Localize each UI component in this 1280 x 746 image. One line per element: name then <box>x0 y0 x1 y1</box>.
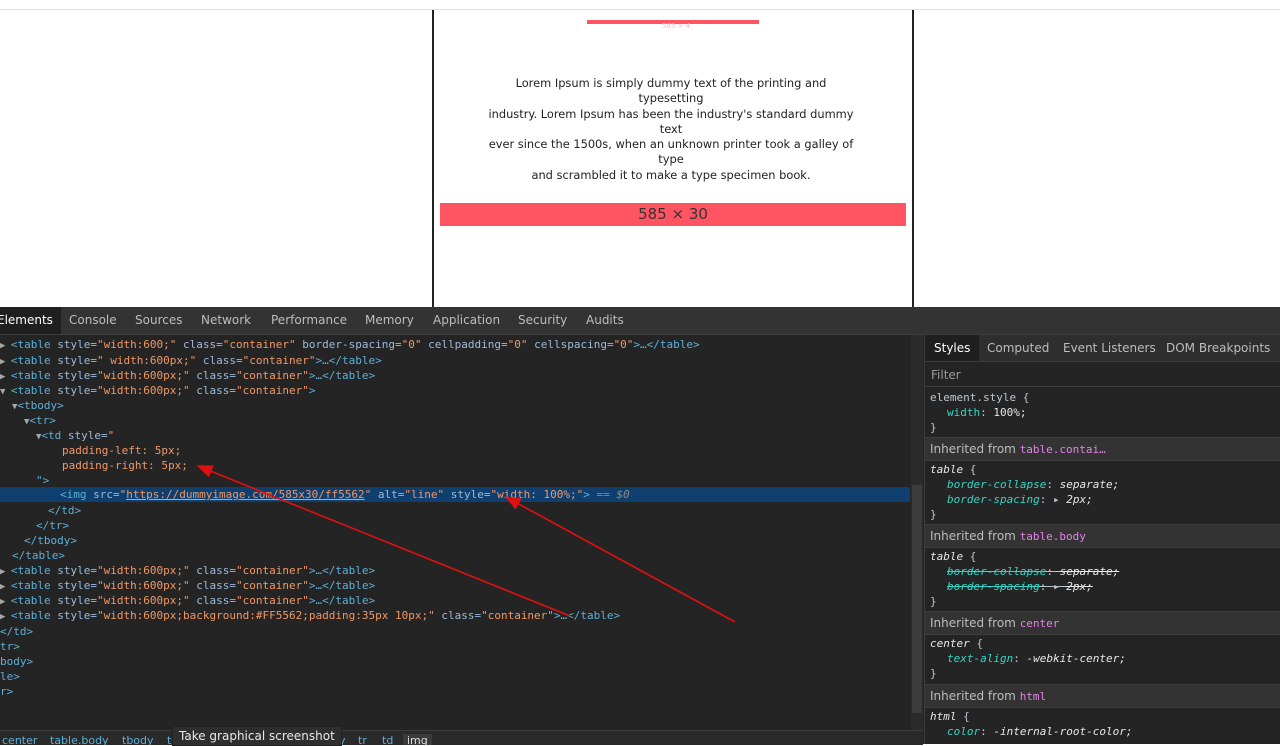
dom-style-padding-left: padding-left: 5px; <box>62 444 182 457</box>
tab-performance[interactable]: Performance <box>271 307 347 334</box>
collapse-triangle-icon[interactable]: ▼ <box>0 387 11 397</box>
dom-node-tbody[interactable]: ▼<tbody> <box>0 398 910 413</box>
rule-selector: html { <box>930 710 970 723</box>
subtab-styles[interactable]: Styles <box>925 335 980 361</box>
dom-outer-body-close[interactable]: body> <box>0 654 910 669</box>
dom-outer-table-close[interactable]: le> <box>0 669 910 684</box>
dom-node-tr[interactable]: ▼<tr> <box>0 413 910 428</box>
styles-filter-input[interactable] <box>929 365 1273 385</box>
rule-border-spacing-overridden[interactable]: border-spacing: ▸ 2px; <box>925 579 1280 594</box>
expand-triangle-icon[interactable]: ▶ <box>0 612 11 622</box>
expand-triangle-icon[interactable]: ▶ <box>0 357 11 367</box>
email-container: 585 × 4 Lorem Ipsum is simply dummy text… <box>432 10 914 307</box>
dom-node-td[interactable]: ▼<td style=" <box>0 428 910 443</box>
dom-tr-close[interactable]: </tr> <box>0 518 910 533</box>
tab-memory[interactable]: Memory <box>365 307 414 334</box>
breadcrumb-img[interactable]: img <box>403 734 432 745</box>
lorem-line: ever since the 1500s, when an unknown pr… <box>488 137 854 167</box>
expand-triangle-icon[interactable]: ▶ <box>0 582 11 592</box>
inherited-source-link[interactable]: table.body <box>1020 530 1086 543</box>
rule-close: } <box>930 508 937 521</box>
dom-tbody-close[interactable]: </tbody> <box>0 533 910 548</box>
expand-triangle-icon[interactable]: ▶ <box>0 341 11 351</box>
tab-application[interactable]: Application <box>433 307 500 334</box>
scrollbar-thumb[interactable] <box>912 485 922 713</box>
tab-network[interactable]: Network <box>201 307 251 334</box>
tab-console[interactable]: Console <box>69 307 117 334</box>
dom-td-close[interactable]: </td> <box>0 503 910 518</box>
rule-close: } <box>930 595 937 608</box>
dom-node-table[interactable]: ▶ <table style="width:600px;" class="con… <box>0 593 910 608</box>
rule-selector: center { <box>930 637 983 650</box>
breadcrumb-table-body[interactable]: table.body <box>50 734 109 745</box>
dom-td-close-quote: "> <box>36 474 50 487</box>
dom-node-img-selected[interactable]: <img src="https://dummyimage.com/585x30/… <box>0 487 910 502</box>
element-style-close: } <box>930 421 937 434</box>
dom-outer-td-close[interactable]: </td> <box>0 624 910 639</box>
breadcrumb-tbody[interactable]: tbody <box>122 734 154 745</box>
breadcrumb: center table.body tbody tc tbody tr td i… <box>0 730 923 745</box>
dom-outer-close[interactable]: r> <box>0 684 910 699</box>
styles-filter <box>925 362 1280 387</box>
breadcrumb-td[interactable]: td <box>382 734 393 745</box>
rule-text-align[interactable]: text-align: -webkit-center; <box>925 651 1280 666</box>
subtab-event-listeners[interactable]: Event Listeners <box>1063 335 1156 361</box>
breadcrumb-tr[interactable]: tr <box>358 734 367 745</box>
expand-triangle-icon[interactable]: ▶ <box>0 567 11 577</box>
devtools-panel: Elements Console Sources Network Perform… <box>0 307 1280 746</box>
lorem-line: and scrambled it to make a type specimen… <box>531 167 811 182</box>
lorem-paragraph: Lorem Ipsum is simply dummy text of the … <box>486 76 856 183</box>
lorem-line: Lorem Ipsum is simply dummy text of the … <box>515 76 827 106</box>
rule-border-collapse-overridden[interactable]: border-collapse: separate; <box>925 564 1280 579</box>
line-image-banner[interactable]: 585 × 30 <box>440 203 906 226</box>
styles-subtabs: Styles Computed Event Listeners DOM Brea… <box>925 335 1280 362</box>
rule-border-spacing[interactable]: border-spacing: ▸ 2px; <box>925 492 1280 507</box>
dom-node-table[interactable]: ▶ <table style="width:600px;background:#… <box>0 608 910 623</box>
subtab-dom-breakpoints[interactable]: DOM Breakpoints <box>1166 335 1270 361</box>
dom-tree-scrollbar[interactable] <box>911 335 923 730</box>
rule-color[interactable]: color: -internal-root-color; <box>925 724 1280 739</box>
subtab-computed[interactable]: Computed <box>987 335 1049 361</box>
img-src-link[interactable]: https://dummyimage.com/585x30/ff5562 <box>126 488 364 501</box>
tab-security[interactable]: Security <box>518 307 567 334</box>
breadcrumb-center[interactable]: center <box>2 734 37 745</box>
inherited-source-link[interactable]: table.contai… <box>1020 443 1106 456</box>
expand-triangle-icon[interactable]: ▶ <box>0 597 11 607</box>
dom-node-table[interactable]: ▶ <table style="width:600px;" class="con… <box>0 368 910 383</box>
inherited-header-table-body: Inherited from table.body <box>925 524 1280 548</box>
lorem-line: industry. Lorem Ipsum has been the indus… <box>488 106 854 136</box>
dom-node-table-expanded[interactable]: ▼ <table style="width:600px;" class="con… <box>0 383 910 398</box>
dom-tree[interactable]: ▶ <table style="width:600;" class="conta… <box>0 335 910 730</box>
inherited-source-link[interactable]: html <box>1020 690 1047 703</box>
dom-outer-tr-close[interactable]: tr> <box>0 639 910 654</box>
tab-elements[interactable]: Elements <box>0 307 61 334</box>
dom-node-table[interactable]: ▶ <table style=" width:600px;" class="co… <box>0 353 910 368</box>
styles-pane: Styles Computed Event Listeners DOM Brea… <box>924 335 1280 744</box>
inherited-header-center: Inherited from center <box>925 611 1280 635</box>
rule-border-collapse[interactable]: border-collapse: separate; <box>925 477 1280 492</box>
inherited-source-link[interactable]: center <box>1020 617 1060 630</box>
rule-selector: table { <box>930 550 977 563</box>
rule-close: } <box>930 667 937 680</box>
page-viewport: 585 × 4 Lorem Ipsum is simply dummy text… <box>0 0 1280 307</box>
expand-triangle-icon[interactable]: ▶ <box>0 372 11 382</box>
screenshot-tooltip: Take graphical screenshot <box>172 726 342 746</box>
tab-sources[interactable]: Sources <box>135 307 182 334</box>
cut-off-top-text <box>0 0 1280 10</box>
dom-style-padding-right: padding-right: 5px; <box>62 459 188 472</box>
dom-node-table[interactable]: ▶ <table style="width:600px;" class="con… <box>0 578 910 593</box>
top-line-image-label: 585 × 4 <box>662 22 691 30</box>
element-style-width-rule[interactable]: width: 100%; <box>925 405 1280 420</box>
rule-selector: table { <box>930 463 977 476</box>
inherited-header-table-container: Inherited from table.contai… <box>925 437 1280 461</box>
element-style-selector: element.style { <box>930 391 1030 404</box>
devtools-tabbar: Elements Console Sources Network Perform… <box>0 307 1280 335</box>
dom-table-close[interactable]: </table> <box>0 548 910 563</box>
dom-node-table[interactable]: ▶ <table style="width:600;" class="conta… <box>0 337 910 352</box>
tab-audits[interactable]: Audits <box>586 307 624 334</box>
inherited-header-html: Inherited from html <box>925 684 1280 708</box>
dom-node-table[interactable]: ▶ <table style="width:600px;" class="con… <box>0 563 910 578</box>
